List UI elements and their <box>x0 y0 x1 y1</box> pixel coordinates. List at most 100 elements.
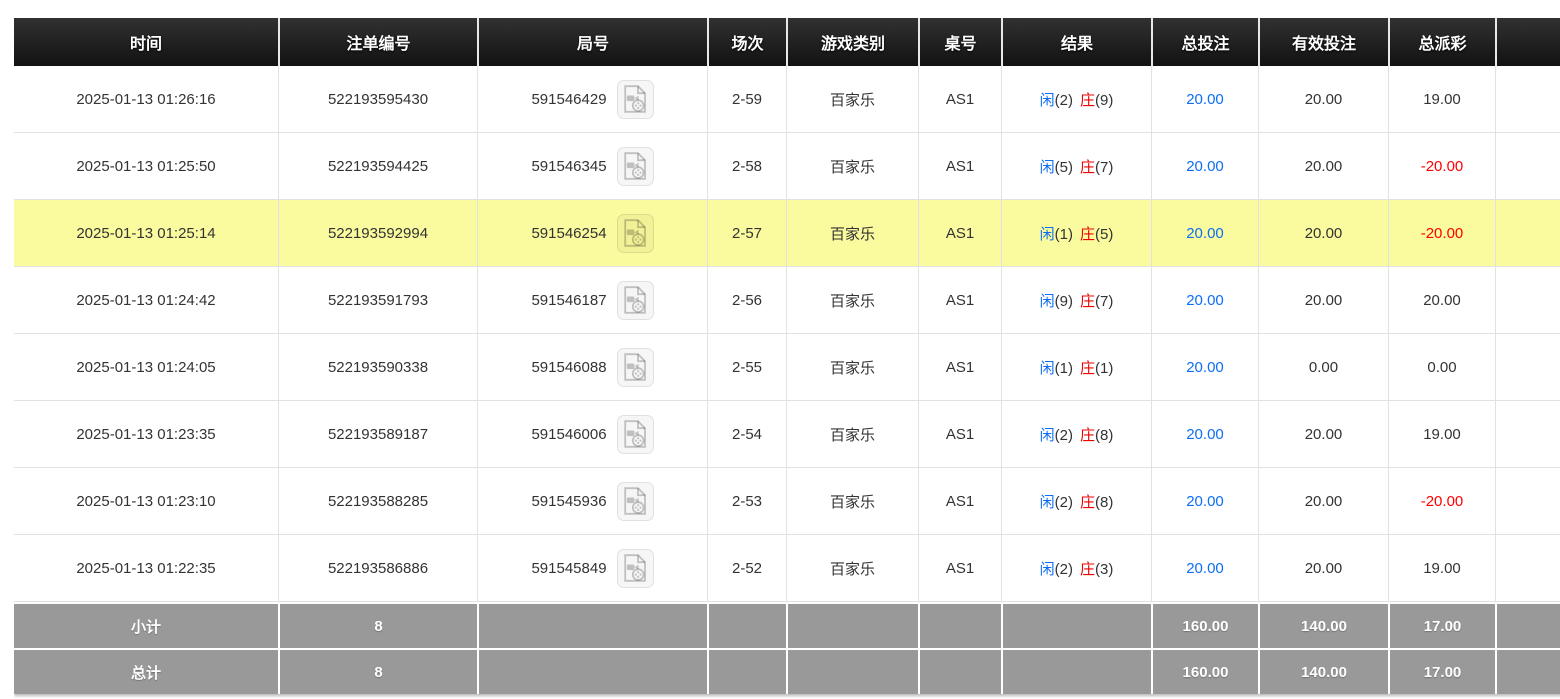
round-id: 591546187 <box>531 292 606 309</box>
table-no-cell: AS1 <box>918 267 1001 334</box>
round-id: 591546429 <box>531 91 606 108</box>
banker-label: 庄 <box>1080 226 1095 243</box>
player-label: 闲 <box>1040 427 1055 444</box>
session-cell: 2-53 <box>707 468 786 535</box>
payout-cell: 0.00 <box>1388 334 1495 401</box>
video-replay-button[interactable] <box>617 80 654 119</box>
header-total-bet: 总投注 <box>1151 18 1258 66</box>
table-no-cell: AS1 <box>918 468 1001 535</box>
banker-points: (3) <box>1095 561 1113 578</box>
player-label: 闲 <box>1040 226 1055 243</box>
header-time: 时间 <box>14 18 278 66</box>
total-row: 总计 8 160.00 140.00 17.00 <box>14 648 1560 694</box>
footer-empty-cell <box>918 648 1001 694</box>
bet-id-cell: 522193589187 <box>278 401 477 468</box>
session-cell: 2-56 <box>707 267 786 334</box>
result-cell: 闲(5)庄(7) <box>1001 133 1151 200</box>
header-payout: 总派彩 <box>1388 18 1495 66</box>
round-cell: 591546429 <box>477 66 707 133</box>
player-points: (1) <box>1055 360 1073 377</box>
total-bet-cell: 20.00 <box>1151 66 1258 133</box>
game-type-cell: 百家乐 <box>786 267 918 334</box>
session-cell: 2-59 <box>707 66 786 133</box>
player-label: 闲 <box>1040 494 1055 511</box>
player-points: (2) <box>1055 561 1073 578</box>
player-points: (2) <box>1055 427 1073 444</box>
valid-bet-cell: 20.00 <box>1258 535 1388 602</box>
time-cell: 2025-01-13 01:25:14 <box>14 200 278 267</box>
table-row: 2025-01-13 01:25:14 522193592994 5915462… <box>14 200 1560 267</box>
player-points: (2) <box>1055 92 1073 109</box>
result-cell: 闲(2)庄(3) <box>1001 535 1151 602</box>
player-label: 闲 <box>1040 293 1055 310</box>
session-cell: 2-55 <box>707 334 786 401</box>
filler-cell <box>1495 468 1560 535</box>
video-replay-icon <box>622 554 648 582</box>
round-id: 591546006 <box>531 426 606 443</box>
game-type-cell: 百家乐 <box>786 334 918 401</box>
valid-bet-cell: 20.00 <box>1258 401 1388 468</box>
filler-cell <box>1495 267 1560 334</box>
round-cell: 591546254 <box>477 200 707 267</box>
table-no-cell: AS1 <box>918 200 1001 267</box>
time-cell: 2025-01-13 01:24:05 <box>14 334 278 401</box>
player-points: (2) <box>1055 494 1073 511</box>
video-replay-button[interactable] <box>617 147 654 186</box>
filler-cell <box>1495 66 1560 133</box>
banker-points: (8) <box>1095 494 1113 511</box>
session-cell: 2-52 <box>707 535 786 602</box>
result-cell: 闲(2)庄(8) <box>1001 401 1151 468</box>
player-points: (9) <box>1055 293 1073 310</box>
banker-label: 庄 <box>1080 92 1095 109</box>
result-cell: 闲(9)庄(7) <box>1001 267 1151 334</box>
time-cell: 2025-01-13 01:25:50 <box>14 133 278 200</box>
video-replay-button[interactable] <box>617 214 654 253</box>
player-label: 闲 <box>1040 92 1055 109</box>
video-replay-button[interactable] <box>617 281 654 320</box>
round-id: 591545936 <box>531 493 606 510</box>
payout-cell: 20.00 <box>1388 267 1495 334</box>
game-type-cell: 百家乐 <box>786 66 918 133</box>
video-replay-button[interactable] <box>617 549 654 588</box>
table-row: 2025-01-13 01:23:35 522193589187 5915460… <box>14 401 1560 468</box>
video-replay-icon <box>622 85 648 113</box>
session-cell: 2-57 <box>707 200 786 267</box>
round-cell: 591546345 <box>477 133 707 200</box>
footer-empty-cell <box>477 648 707 694</box>
banker-points: (7) <box>1095 159 1113 176</box>
total-bet-cell: 20.00 <box>1151 133 1258 200</box>
banker-label: 庄 <box>1080 427 1095 444</box>
result-cell: 闲(2)庄(9) <box>1001 66 1151 133</box>
total-bet-cell: 20.00 <box>1151 535 1258 602</box>
table-row: 2025-01-13 01:24:42 522193591793 5915461… <box>14 267 1560 334</box>
video-replay-button[interactable] <box>617 348 654 387</box>
total-valid-bet: 140.00 <box>1258 648 1388 694</box>
total-bet-cell: 20.00 <box>1151 267 1258 334</box>
video-replay-button[interactable] <box>617 482 654 521</box>
footer-empty-cell <box>918 602 1001 648</box>
bet-id-cell: 522193595430 <box>278 66 477 133</box>
video-replay-icon <box>622 286 648 314</box>
video-replay-icon <box>622 487 648 515</box>
table-row: 2025-01-13 01:26:16 522193595430 5915464… <box>14 66 1560 133</box>
total-bet-cell: 20.00 <box>1151 334 1258 401</box>
bet-history-table: 时间 注单编号 局号 场次 游戏类别 桌号 结果 总投注 有效投注 总派彩 20… <box>14 18 1560 694</box>
table-row: 2025-01-13 01:22:35 522193586886 5915458… <box>14 535 1560 602</box>
video-replay-button[interactable] <box>617 415 654 454</box>
game-type-cell: 百家乐 <box>786 468 918 535</box>
footer-empty-cell <box>786 648 918 694</box>
banker-label: 庄 <box>1080 561 1095 578</box>
header-filler <box>1495 18 1560 66</box>
footer-empty-cell <box>786 602 918 648</box>
table-row: 2025-01-13 01:25:50 522193594425 5915463… <box>14 133 1560 200</box>
filler-cell <box>1495 334 1560 401</box>
filler-cell <box>1495 200 1560 267</box>
game-type-cell: 百家乐 <box>786 133 918 200</box>
round-id: 591546088 <box>531 359 606 376</box>
video-replay-icon <box>622 353 648 381</box>
total-bet-cell: 20.00 <box>1151 401 1258 468</box>
header-round-id: 局号 <box>477 18 707 66</box>
subtotal-payout: 17.00 <box>1388 602 1495 648</box>
bet-id-cell: 522193594425 <box>278 133 477 200</box>
session-cell: 2-54 <box>707 401 786 468</box>
